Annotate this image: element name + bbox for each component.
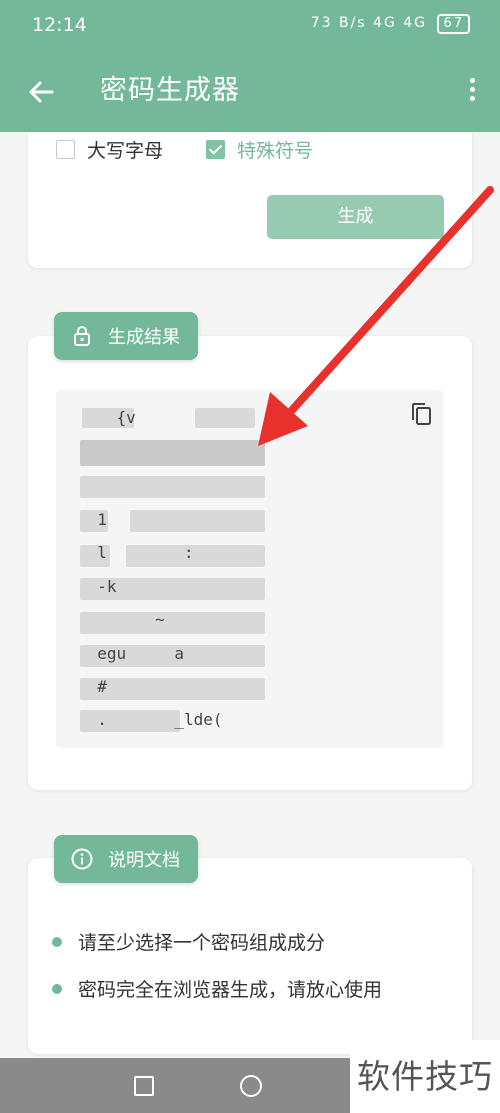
special-option[interactable]: 特殊符号 [206,136,313,163]
result-line: ~ [78,610,165,629]
back-button[interactable] [22,72,62,112]
copy-icon [412,403,431,425]
bullet-icon [52,936,62,947]
uppercase-checkbox[interactable] [56,140,75,159]
special-label: 特殊符号 [237,140,314,162]
battery-indicator: 67 [437,14,470,34]
docs-item-text: 密码完全在浏览器生成，请放心使用 [78,979,383,1001]
result-line: # [78,677,107,696]
app-bar: 12:14 73 B/s 4G 4G 67 密码生成器 [0,0,500,132]
more-vertical-icon [469,78,475,83]
docs-item: 请至少选择一个密码组成成分 [52,928,325,955]
special-checkbox[interactable] [206,140,225,159]
lock-icon [74,326,90,346]
copy-button[interactable] [408,400,436,428]
docs-card [28,858,472,1054]
docs-header-label: 说明文档 [108,850,180,871]
result-line: l : [78,543,194,562]
uppercase-label: 大写字母 [87,140,164,162]
result-line: 1 [78,510,107,529]
status-time: 12:14 [32,14,87,36]
more-menu-button[interactable] [460,74,484,110]
docs-header: 说明文档 [54,835,198,883]
docs-item: 密码完全在浏览器生成，请放心使用 [52,975,382,1002]
page-title: 密码生成器 [100,75,240,106]
result-header-label: 生成结果 [108,327,180,348]
generate-button[interactable]: 生成 [267,195,444,239]
home-button[interactable] [240,1075,262,1097]
status-icons-text: 73 B/s 4G 4G [310,15,427,31]
result-line: . _lde( [78,710,223,729]
bullet-icon [52,983,62,994]
result-header: 生成结果 [54,312,198,360]
info-icon [71,848,93,870]
watermark: 软件技巧 [350,1040,500,1113]
result-line: {v [78,408,136,427]
recents-button[interactable] [134,1076,154,1096]
arrow-left-icon [29,81,54,103]
result-line: -k [78,577,117,596]
status-bar: 12:14 73 B/s 4G 4G 67 [0,0,500,52]
docs-item-text: 请至少选择一个密码组成成分 [78,932,326,954]
result-line: egu a [78,644,184,663]
uppercase-option[interactable]: 大写字母 [56,136,163,163]
status-icons: 73 B/s 4G 4G 67 [311,14,470,34]
